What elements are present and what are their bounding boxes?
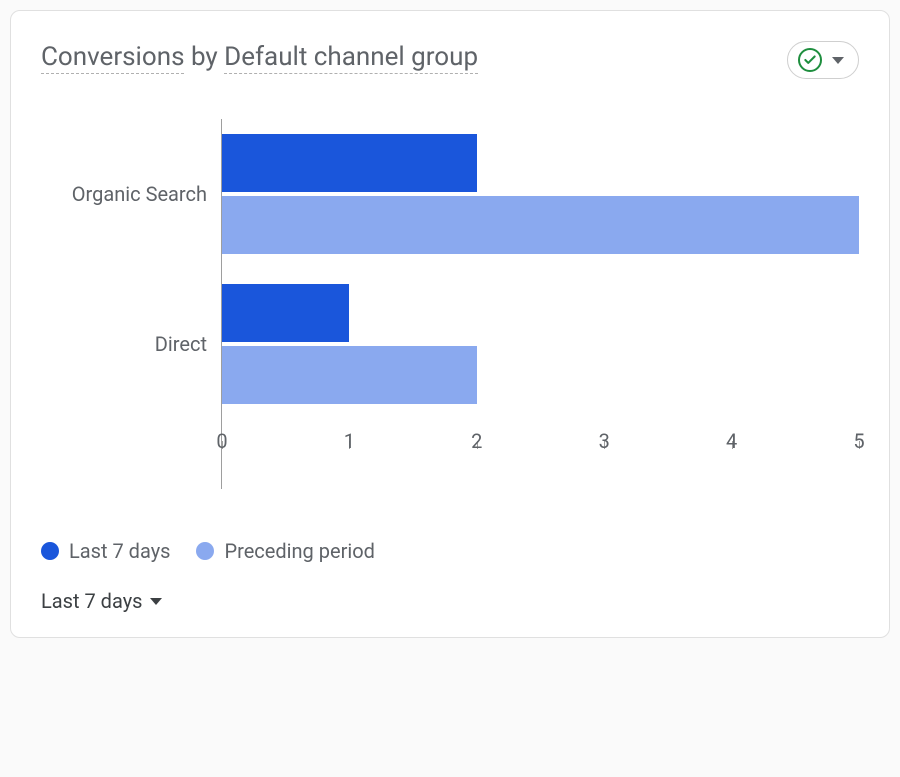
legend-swatch-icon [196, 542, 214, 560]
title-by: by [191, 42, 218, 72]
legend-item-current[interactable]: Last 7 days [41, 539, 170, 563]
x-tick-label: 5 [853, 429, 864, 453]
plot-area: 012345 [221, 119, 859, 489]
legend-swatch-icon [41, 542, 59, 560]
chevron-down-icon [150, 598, 162, 605]
bar-series-a[interactable] [222, 134, 477, 192]
date-range-selector[interactable]: Last 7 days [41, 589, 162, 613]
bar-series-a[interactable] [222, 284, 349, 342]
x-tick-label: 1 [344, 429, 355, 453]
date-range-label: Last 7 days [41, 589, 142, 613]
category-label: Direct [41, 269, 221, 419]
legend-item-preceding[interactable]: Preceding period [196, 539, 374, 563]
x-tick-label: 3 [599, 429, 610, 453]
legend-label: Preceding period [224, 539, 374, 563]
bar-group [222, 119, 859, 269]
legend: Last 7 days Preceding period [41, 539, 859, 563]
category-label: Organic Search [41, 119, 221, 269]
analytics-card: Conversions by Default channel group Org… [10, 10, 890, 638]
chevron-down-icon [832, 57, 844, 64]
bars-area [222, 119, 859, 429]
legend-label: Last 7 days [69, 539, 170, 563]
chart: Organic Search Direct 012345 [41, 119, 859, 489]
bar-series-b[interactable] [222, 346, 477, 404]
card-header: Conversions by Default channel group [41, 41, 859, 79]
card-title: Conversions by Default channel group [41, 41, 478, 75]
title-dimension[interactable]: Default channel group [224, 42, 478, 74]
x-tick-label: 4 [726, 429, 737, 453]
bar-series-b[interactable] [222, 196, 859, 254]
status-filter-dropdown[interactable] [787, 41, 859, 79]
title-metric[interactable]: Conversions [41, 42, 184, 74]
x-tick-label: 0 [216, 429, 227, 453]
bar-group [222, 269, 859, 419]
check-circle-icon [798, 48, 822, 72]
y-axis-labels: Organic Search Direct [41, 119, 221, 489]
x-tick-label: 2 [471, 429, 482, 453]
